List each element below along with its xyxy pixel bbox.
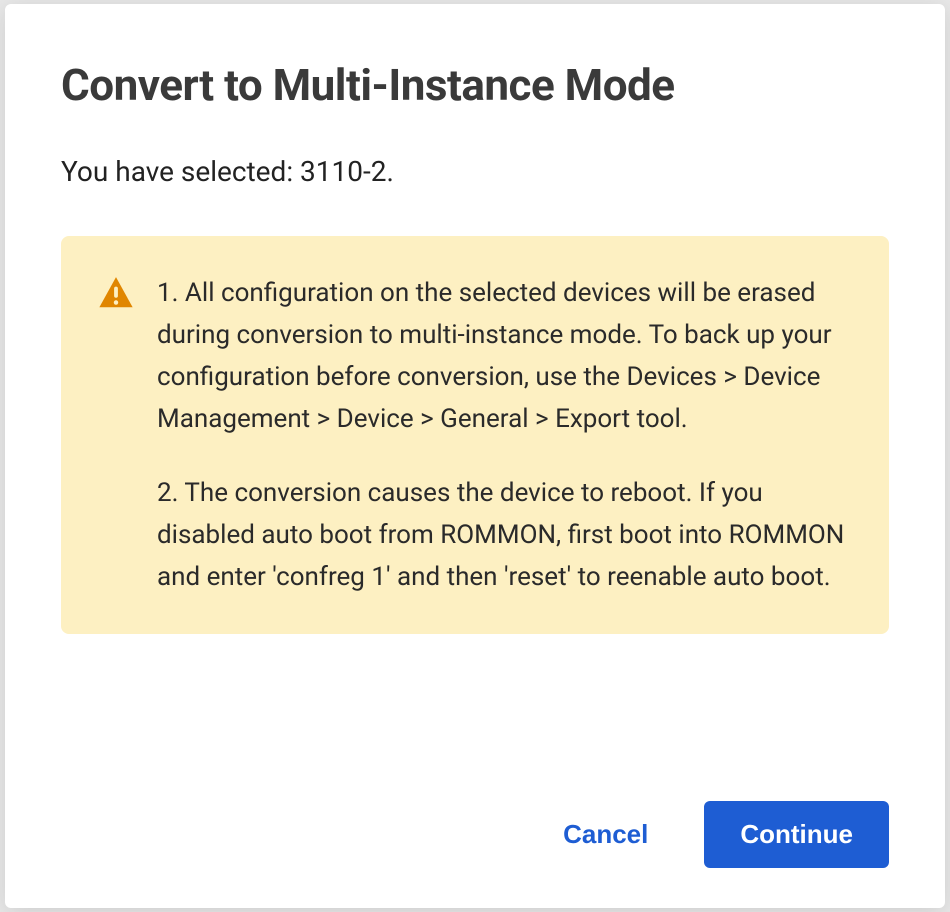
warning-box: 1. All configuration on the selected dev… [61, 236, 889, 635]
warning-item-2: 2. The conversion causes the device to r… [157, 472, 853, 598]
selected-device-text: You have selected: 3110-2. [61, 155, 889, 188]
modal-title: Convert to Multi-Instance Mode [61, 60, 889, 111]
continue-button[interactable]: Continue [704, 801, 889, 868]
selected-device-name: 3110-2. [300, 155, 394, 188]
warning-icon [97, 272, 135, 599]
cancel-button[interactable]: Cancel [559, 811, 652, 858]
convert-multi-instance-modal: Convert to Multi-Instance Mode You have … [5, 4, 945, 908]
warning-item-1: 1. All configuration on the selected dev… [157, 272, 853, 440]
selected-prefix: You have selected: [61, 155, 300, 188]
modal-footer: Cancel Continue [61, 761, 889, 868]
warning-text: 1. All configuration on the selected dev… [157, 272, 853, 599]
